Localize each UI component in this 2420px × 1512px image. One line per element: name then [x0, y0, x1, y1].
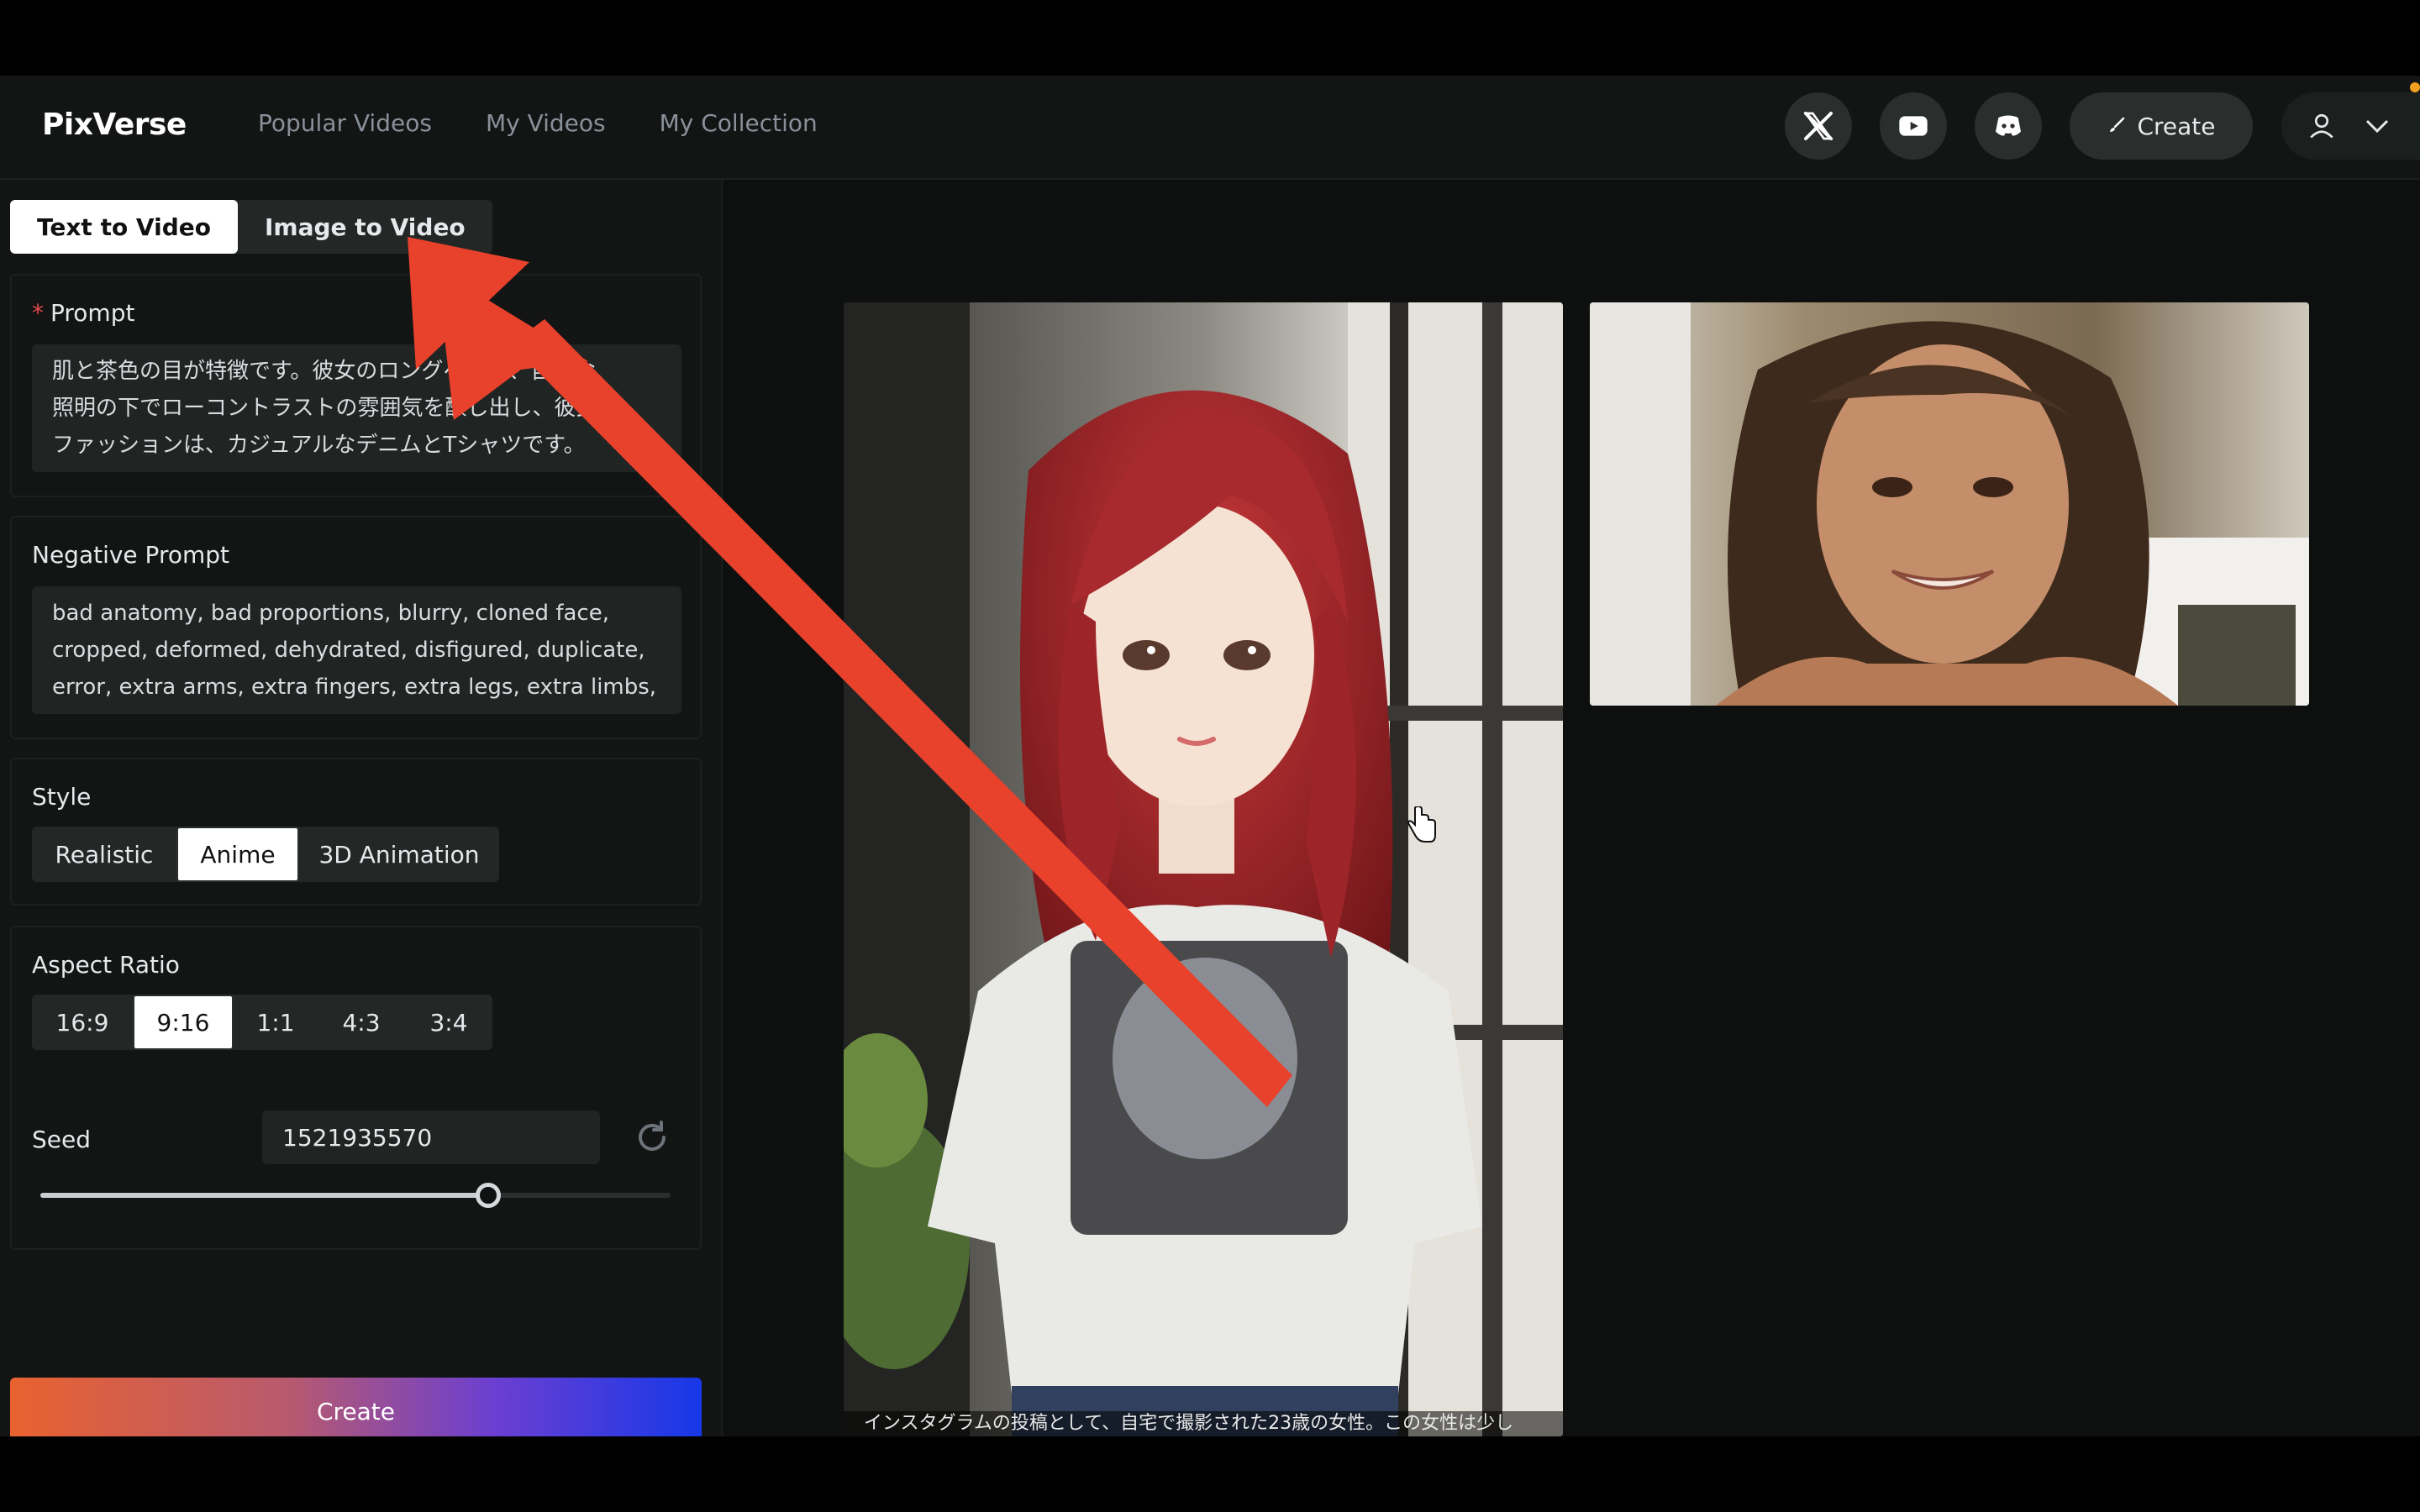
seed-label: Seed: [32, 1126, 91, 1153]
prompt-line: 照明の下でローコントラストの雰囲気を醸し出し、彼女の: [52, 396, 620, 421]
x-social-button[interactable]: [1785, 92, 1852, 160]
video-card-realistic[interactable]: [1590, 302, 2309, 706]
negative-prompt-label: Negative Prompt: [32, 541, 230, 569]
prompt-line: 肌と茶色の目が特徴です。彼女のロングヘアは、自然な: [52, 359, 597, 384]
logo[interactable]: PixVerse: [42, 108, 187, 142]
prompt-label: * Prompt: [32, 299, 134, 327]
main-nav: Popular Videos My Videos My Collection: [258, 109, 818, 137]
header-create-label: Create: [2137, 112, 2216, 140]
nav-my-collection[interactable]: My Collection: [660, 109, 818, 137]
negative-prompt-line: cropped, deformed, dehydrated, disfigure…: [52, 638, 645, 663]
letterbox-top: [0, 0, 2420, 76]
chevron-down-icon: [2365, 119, 2389, 134]
prompt-textarea[interactable]: 肌と茶色の目が特徴です。彼女のロングヘアは、自然な 照明の下でローコントラストの…: [32, 344, 681, 472]
seed-slider[interactable]: [40, 1183, 671, 1208]
aspect-option-1-1[interactable]: 1:1: [234, 995, 318, 1050]
negative-prompt-line: bad anatomy, bad proportions, blurry, cl…: [52, 601, 609, 626]
nav-popular-videos[interactable]: Popular Videos: [258, 109, 432, 137]
negative-prompt-textarea[interactable]: bad anatomy, bad proportions, blurry, cl…: [32, 586, 681, 714]
nav-my-videos[interactable]: My Videos: [486, 109, 606, 137]
pixverse-app: PixVerse Popular Videos My Videos My Col…: [0, 76, 2420, 1436]
discord-button[interactable]: [1975, 92, 2042, 160]
anime-portrait-thumbnail: [844, 302, 1563, 1436]
create-video-label: Create: [316, 1397, 396, 1425]
prompt-line: ファッションは、カジュアルなデニムとTシャツです。: [52, 433, 586, 458]
brush-icon: [2110, 117, 2125, 132]
aspect-option-4-3[interactable]: 4:3: [318, 995, 405, 1050]
style-label: Style: [32, 783, 92, 811]
seed-slider-thumb[interactable]: [475, 1183, 501, 1208]
video-gallery: インスタグラムの投稿として、自宅で撮影された23歳の女性。この女性は少し: [724, 180, 2420, 1436]
top-header: PixVerse Popular Videos My Videos My Col…: [0, 76, 2420, 180]
discord-icon: [1996, 115, 2021, 136]
style-option-3d-animation[interactable]: 3D Animation: [299, 827, 499, 882]
video-card-anime[interactable]: インスタグラムの投稿として、自宅で撮影された23歳の女性。この女性は少し: [844, 302, 1563, 1436]
required-mark: *: [32, 299, 44, 327]
youtube-icon: [1899, 116, 1928, 136]
realistic-portrait-thumbnail: [1590, 302, 2309, 706]
negative-prompt-panel: Negative Prompt bad anatomy, bad proport…: [10, 516, 702, 739]
generation-sidebar: Text to Video Image to Video * Prompt 肌と茶…: [0, 180, 723, 1436]
mode-tabs: Text to Video Image to Video: [10, 200, 492, 254]
style-option-anime[interactable]: Anime: [176, 827, 299, 882]
style-option-realistic[interactable]: Realistic: [32, 827, 176, 882]
style-selector: Realistic Anime 3D Animation: [32, 827, 499, 882]
youtube-button[interactable]: [1880, 92, 1947, 160]
create-video-button[interactable]: Create: [10, 1378, 702, 1436]
tab-text-to-video[interactable]: Text to Video: [10, 200, 238, 254]
style-panel: Style Realistic Anime 3D Animation: [10, 758, 702, 906]
prompt-panel: * Prompt 肌と茶色の目が特徴です。彼女のロングヘアは、自然な 照明の下でロ…: [10, 274, 702, 497]
hand-pointer-icon: [1407, 806, 1436, 843]
negative-prompt-line: error, extra arms, extra fingers, extra …: [52, 675, 657, 700]
aspect-option-16-9[interactable]: 16:9: [32, 995, 133, 1050]
seed-input[interactable]: 1521935570: [262, 1110, 600, 1164]
aspect-option-9-16[interactable]: 9:16: [133, 995, 234, 1050]
aspect-ratio-selector: 16:9 9:16 1:1 4:3 3:4: [32, 995, 492, 1050]
user-icon: [2310, 113, 2333, 139]
aspect-ratio-label: Aspect Ratio: [32, 951, 180, 979]
x-logo-icon: [1803, 112, 1833, 140]
refresh-icon[interactable]: [632, 1117, 672, 1158]
seed-slider-fill: [40, 1193, 488, 1198]
tab-image-to-video[interactable]: Image to Video: [238, 200, 492, 254]
aspect-ratio-panel: Aspect Ratio 16:9 9:16 1:1 4:3 3:4 Seed …: [10, 926, 702, 1250]
letterbox-bottom: [0, 1436, 2420, 1512]
video-caption: インスタグラムの投稿として、自宅で撮影された23歳の女性。この女性は少し: [844, 1411, 1563, 1436]
aspect-option-3-4[interactable]: 3:4: [405, 995, 492, 1050]
header-create-button[interactable]: Create: [2070, 92, 2253, 160]
notification-dot: [2410, 82, 2420, 92]
user-menu[interactable]: [2281, 92, 2420, 160]
prompt-label-text: Prompt: [50, 299, 135, 327]
